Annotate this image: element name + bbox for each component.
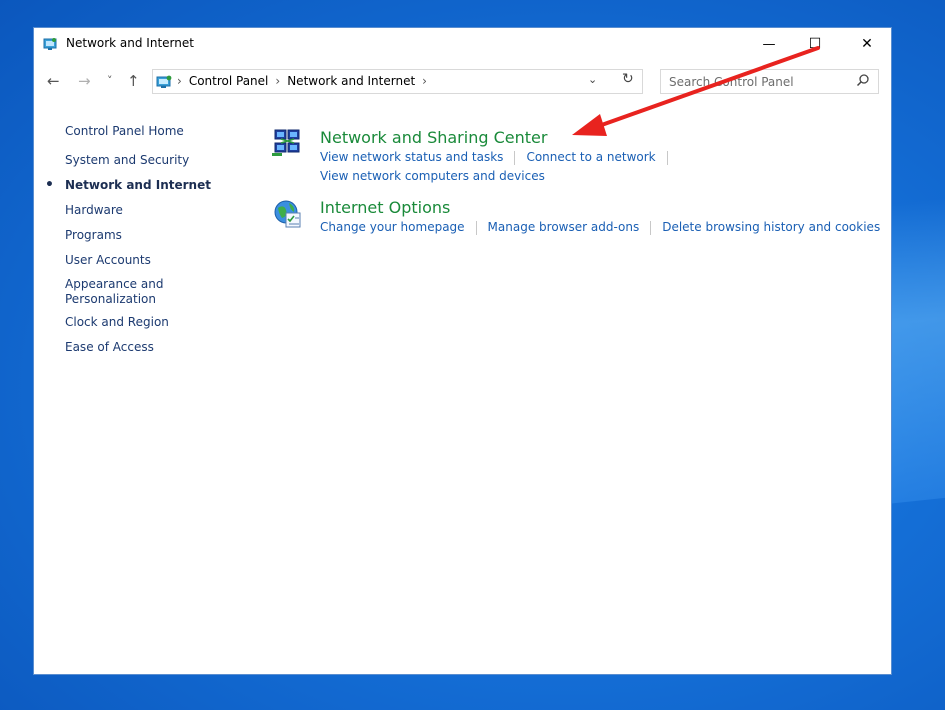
internet-options-tasks: Change your homepage Manage browser add-o… [320,220,880,235]
search-icon[interactable] [856,73,870,87]
link-divider [666,150,668,165]
sidebar-item-user-accounts[interactable]: User Accounts [65,252,235,268]
address-dropdown-icon[interactable]: ⌄ [588,73,597,86]
sidebar-item-network-internet[interactable]: Network and Internet [45,177,235,193]
breadcrumb-control-panel[interactable]: Control Panel [189,74,269,88]
view-network-computers-link[interactable]: View network computers and devices [320,169,545,183]
up-arrow-icon[interactable]: ↑ [127,72,140,90]
breadcrumb-separator-icon: › [275,74,281,88]
maximize-icon: ☐ [808,36,822,52]
sidebar-item-programs[interactable]: Programs [65,227,235,243]
network-folder-icon [43,38,57,50]
maximize-button[interactable]: ☐ [792,28,838,60]
control-panel-window: Network and Internet — ☐ ✕ ← → ˅ ↑ › Cont… [33,27,892,675]
sidebar-item-appearance-personalization[interactable]: Appearance and Personalization [65,277,175,307]
recent-locations-chevron-icon[interactable]: ˅ [107,72,113,90]
change-homepage-link[interactable]: Change your homepage [320,220,465,234]
breadcrumb-separator-icon[interactable]: › [422,74,427,88]
network-sharing-center-link[interactable]: Network and Sharing Center [320,128,547,147]
internet-options-link[interactable]: Internet Options [320,198,450,217]
link-divider [475,220,477,235]
internet-options-icon [274,200,301,228]
minimize-icon: — [762,36,776,52]
breadcrumb-separator-icon: › [177,74,182,88]
network-sharing-center-tasks: View network status and tasks Connect to … [320,150,679,183]
title-bar[interactable]: Network and Internet — ☐ ✕ [34,28,891,60]
sidebar-item-hardware[interactable]: Hardware [65,202,235,218]
link-divider [514,150,516,165]
search-placeholder: Search Control Panel [669,75,794,89]
close-icon: ✕ [861,36,873,52]
minimize-button[interactable]: — [746,28,792,60]
navigation-bar: ← → ˅ ↑ › Control Panel › Network and Inter… [34,66,891,98]
desktop-light-beam [885,195,945,505]
network-sharing-center-tasks-row2: View network computers and devices [320,169,545,183]
sidebar-item-control-panel-home[interactable]: Control Panel Home [65,123,235,139]
network-sharing-icon [272,129,300,156]
view-network-status-link[interactable]: View network status and tasks [320,150,503,164]
refresh-icon[interactable]: ↻ [622,71,634,87]
address-bar[interactable]: › Control Panel › Network and Internet › ⌄ [152,69,643,94]
sidebar-item-system-security[interactable]: System and Security [65,152,235,168]
delete-browsing-history-link[interactable]: Delete browsing history and cookies [662,220,880,234]
search-input[interactable]: Search Control Panel [660,69,879,94]
forward-arrow-icon[interactable]: → [78,72,91,90]
back-arrow-icon[interactable]: ← [47,72,60,90]
control-panel-icon [156,75,172,88]
sidebar-item-ease-of-access[interactable]: Ease of Access [65,339,235,355]
breadcrumb: › Control Panel › Network and Internet › [175,74,434,88]
sidebar: Control Panel Home System and Security N… [45,123,235,364]
connect-to-network-link[interactable]: Connect to a network [526,150,655,164]
sidebar-item-clock-region[interactable]: Clock and Region [65,314,235,330]
window-title: Network and Internet [66,36,194,50]
link-divider [650,220,652,235]
manage-addons-link[interactable]: Manage browser add-ons [488,220,640,234]
close-button[interactable]: ✕ [844,28,890,60]
breadcrumb-network-internet[interactable]: Network and Internet [287,74,415,88]
